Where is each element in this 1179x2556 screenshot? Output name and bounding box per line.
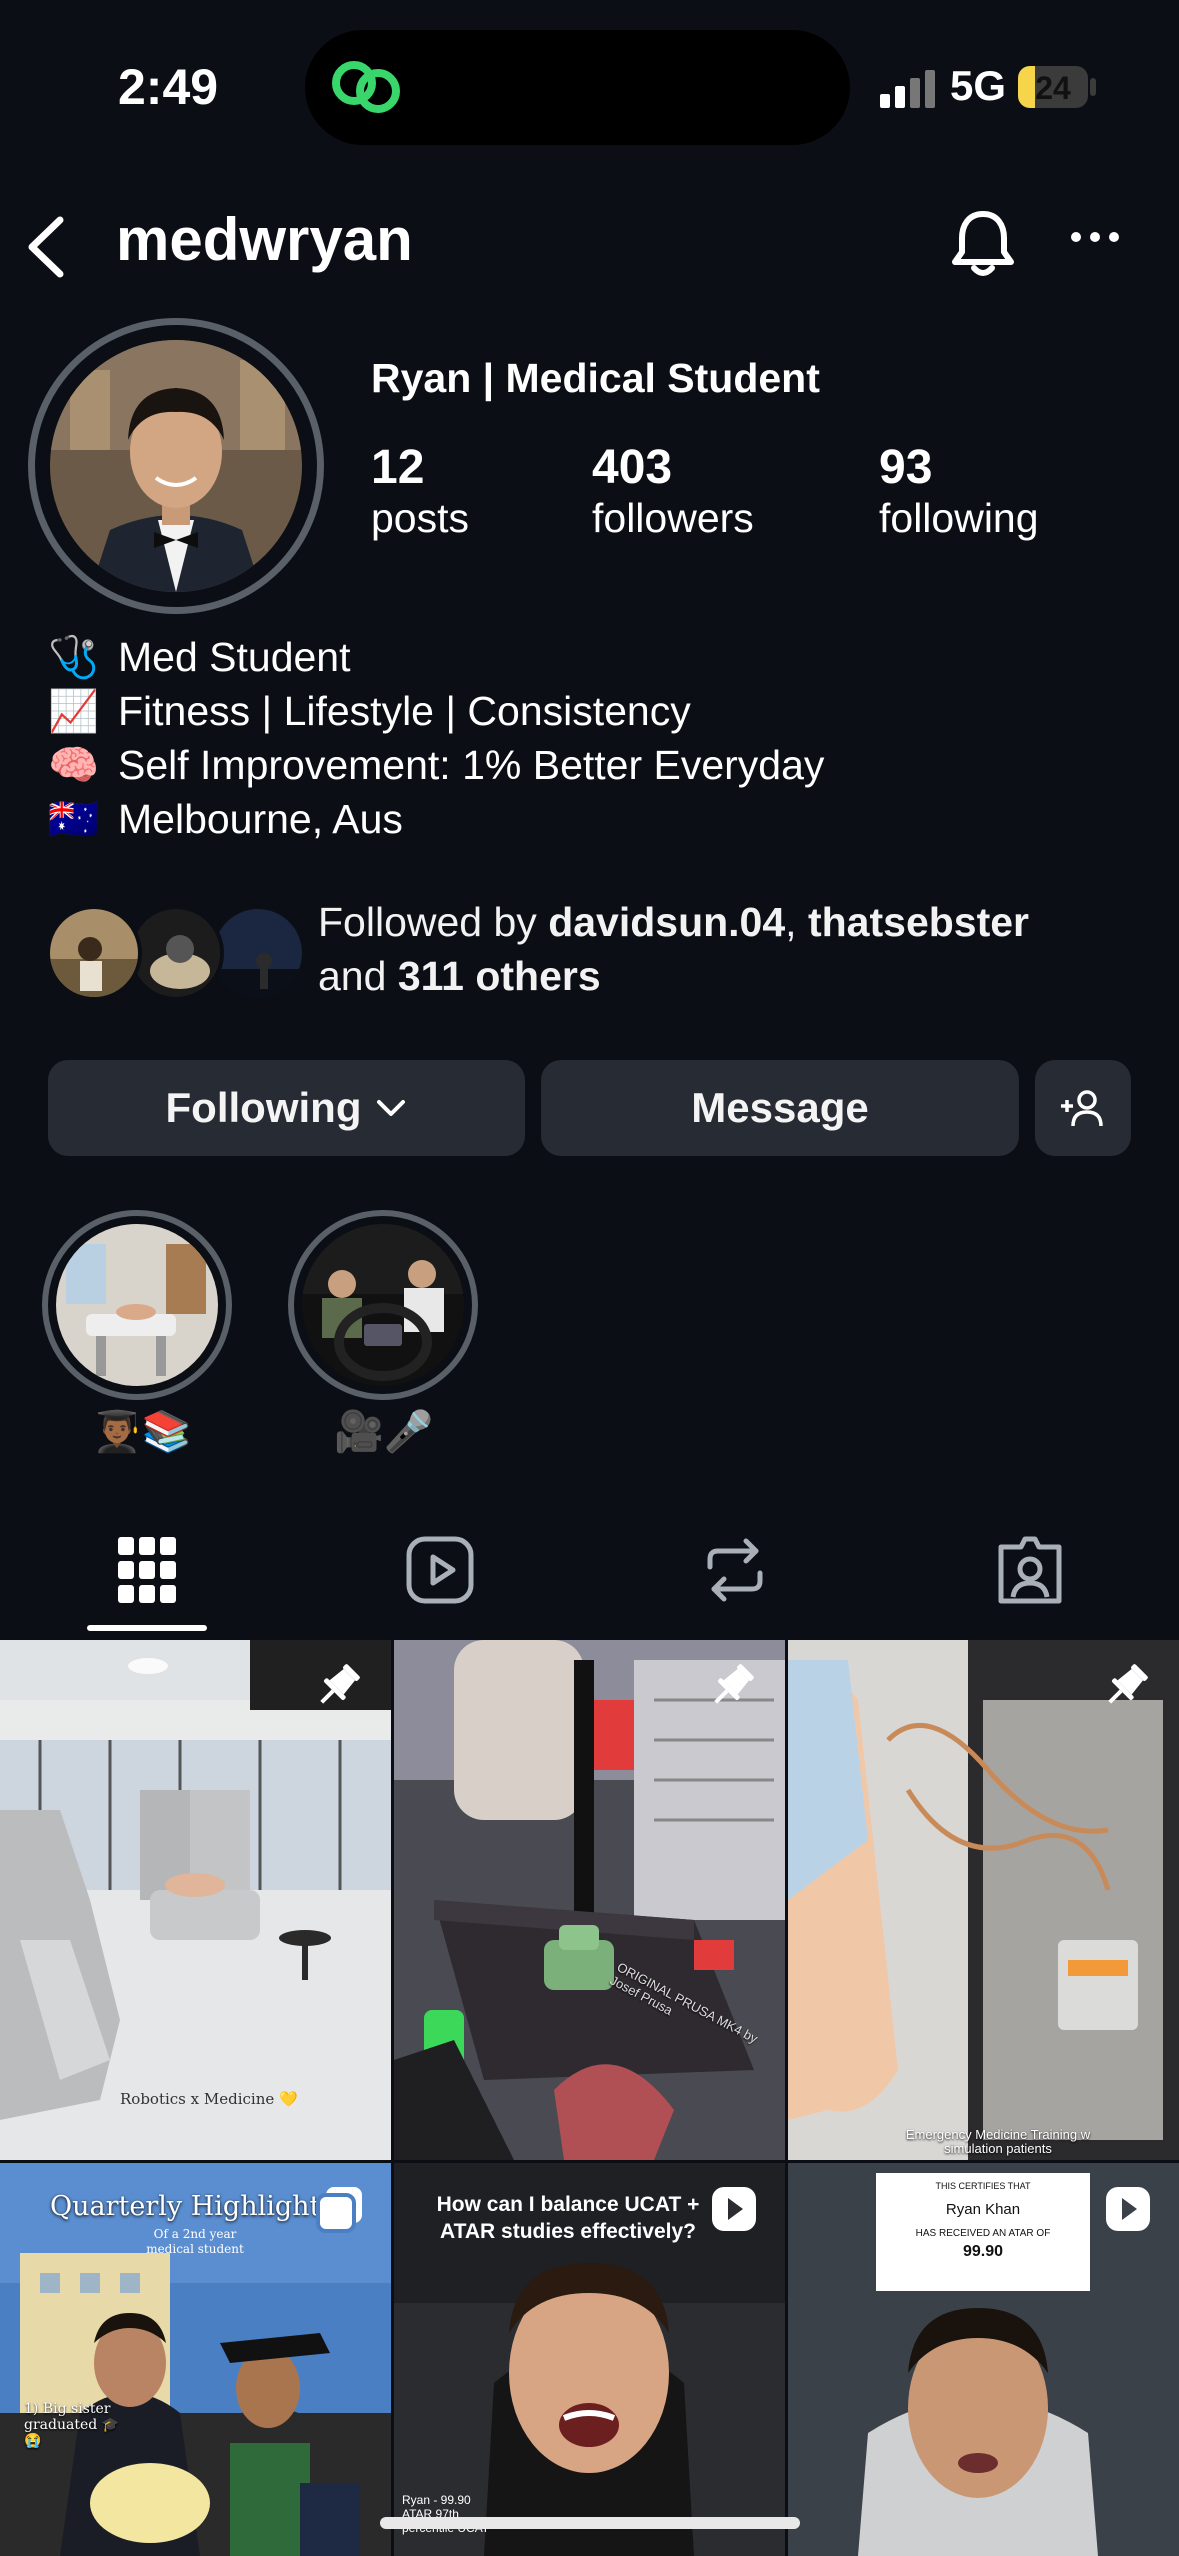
bio-text: Fitness | Lifestyle | Consistency (118, 688, 691, 734)
bell-icon[interactable] (950, 208, 1016, 285)
others-count[interactable]: 311 others (398, 953, 601, 999)
display-name: Ryan | Medical Student (371, 355, 820, 401)
more-options-icon[interactable] (1070, 230, 1120, 249)
story-highlight-study[interactable] (56, 1224, 218, 1386)
carousel-icon (316, 2187, 362, 2233)
posts-count: 12 (371, 441, 425, 494)
home-indicator (380, 2517, 800, 2529)
post-thumbnail[interactable]: ORIGINAL PRUSA MK4 by Josef Prusa (394, 1640, 785, 2160)
bio-line: 🇦🇺 Melbourne, Aus (48, 792, 824, 846)
cert-line: HAS RECEIVED AN ATAR OF (915, 2228, 1051, 2239)
australia-flag-emoji: 🇦🇺 (48, 796, 100, 842)
post-subtitle: Of a 2nd year medical student (146, 2227, 244, 2256)
pin-icon (1108, 1664, 1148, 1704)
cert-name: Ryan Khan (945, 2201, 1021, 2218)
signal-icon (880, 68, 940, 113)
message-label: Message (691, 1084, 869, 1131)
bio: 🩺 Med Student 📈 Fitness | Lifestyle | Cons… (48, 630, 824, 846)
add-person-icon (1061, 1090, 1103, 1127)
reel-icon (1106, 2187, 1150, 2231)
following-label: Following (165, 1084, 362, 1131)
cert-line: THIS CERTIFIES THAT (935, 2181, 1031, 2191)
bio-text: Med Student (118, 634, 351, 680)
pin-icon (320, 1664, 360, 1704)
post-note: 1) Big sister graduated 🎓😭 (24, 2401, 120, 2449)
mutual-follower-1[interactable]: davidsun.04 (548, 899, 785, 945)
post-thumbnail[interactable]: Emergency Medicine Training w simulation… (788, 1640, 1179, 2160)
following-label: following (879, 495, 1039, 541)
reel-icon (712, 2187, 756, 2231)
active-tab-indicator (87, 1625, 207, 1631)
battery-level: 24 (1035, 70, 1071, 106)
certificate-card: THIS CERTIFIES THAT Ryan Khan HAS RECEIV… (876, 2173, 1090, 2291)
post-thumbnail[interactable]: Quarterly Highlights Of a 2nd year medic… (0, 2163, 391, 2556)
tagged-user-icon (998, 1536, 1062, 1604)
reels-tab[interactable] (405, 1535, 475, 1610)
post-thumbnail[interactable]: Robotics x Medicine 💛 (0, 1640, 391, 2160)
reels-icon (406, 1536, 474, 1604)
repost-icon (707, 1538, 763, 1602)
reposts-tab[interactable] (700, 1535, 770, 1610)
story-highlight-podcast[interactable] (302, 1224, 464, 1386)
post-title: Quarterly Highlights (50, 2191, 335, 2222)
bio-text: Self Improvement: 1% Better Everyday (118, 742, 825, 788)
avatar[interactable] (50, 340, 302, 592)
back-button[interactable] (22, 212, 72, 287)
mutual-follower-2[interactable]: thatsebster (808, 899, 1029, 945)
following-count: 93 (879, 441, 933, 494)
status-time: 2:49 (118, 59, 219, 115)
highlight-label: 👨🏾‍🎓📚 (92, 1410, 192, 1454)
separator: , (785, 899, 797, 945)
followers-count: 403 (592, 441, 673, 494)
message-button[interactable]: Message (541, 1060, 1019, 1156)
battery-nub (1090, 78, 1096, 96)
chart-emoji: 📈 (48, 688, 100, 734)
network-type: 5G (950, 62, 1007, 109)
stat-posts[interactable]: 12 posts (371, 440, 469, 542)
post-caption: Robotics x Medicine 💛 (120, 2090, 298, 2108)
post-title: How can I balance UCAT + ATAR studies ef… (436, 2193, 700, 2243)
grid-icon (118, 1537, 176, 1603)
suggested-users-button[interactable] (1035, 1060, 1131, 1156)
follower-avatar[interactable] (128, 905, 224, 1001)
following-button[interactable]: Following (48, 1060, 525, 1156)
posts-label: posts (371, 495, 469, 541)
stat-following[interactable]: 93 following (879, 440, 1039, 542)
highlight-label: 🎥🎤 (334, 1410, 434, 1454)
chevron-down-icon (377, 1100, 406, 1116)
profile-username: medwryan (116, 206, 413, 273)
link-app-icon (330, 55, 404, 122)
brain-emoji: 🧠 (48, 742, 100, 788)
followed-by-text[interactable]: Followed by davidsun.04, thatsebster and… (318, 895, 1029, 1003)
post-caption: Emergency Medicine Training w simulation… (905, 2127, 1091, 2156)
follower-avatar[interactable] (210, 905, 306, 1001)
stethoscope-emoji: 🩺 (48, 634, 100, 680)
tagged-tab[interactable] (995, 1535, 1065, 1610)
grid-tab[interactable] (116, 1535, 178, 1610)
followed-by-prefix: Followed by (318, 899, 537, 945)
stat-followers[interactable]: 403 followers (592, 440, 754, 542)
post-thumbnail[interactable]: THIS CERTIFIES THAT Ryan Khan HAS RECEIV… (788, 2163, 1179, 2556)
bio-line: 📈 Fitness | Lifestyle | Consistency (48, 684, 824, 738)
bio-line: 🧠 Self Improvement: 1% Better Everyday (48, 738, 824, 792)
post-thumbnail[interactable]: How can I balance UCAT + ATAR studies ef… (394, 2163, 785, 2556)
and-text: and (318, 953, 387, 999)
battery-icon: 24 (1018, 66, 1088, 108)
pin-icon (714, 1664, 754, 1704)
cert-score: 99.90 (962, 2243, 1004, 2260)
followers-label: followers (592, 495, 754, 541)
follower-avatar[interactable] (46, 905, 142, 1001)
bio-text: Melbourne, Aus (118, 796, 403, 842)
bio-line: 🩺 Med Student (48, 630, 824, 684)
